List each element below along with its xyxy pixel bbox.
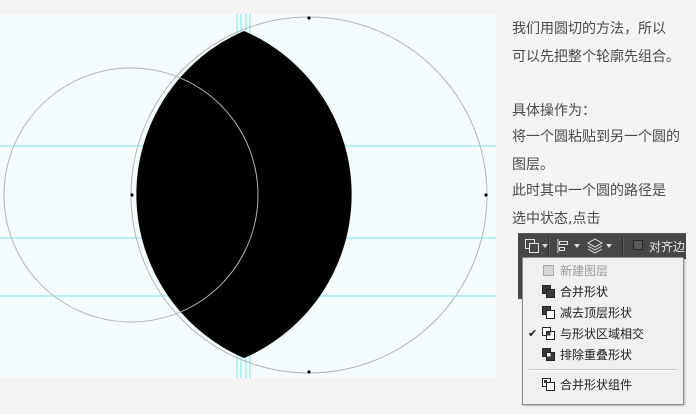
text-line: 将一个圆粘贴到另一个圆的 [512,129,680,145]
menu-item-label: 合并形状 [560,285,609,299]
text-line: 图层。 [512,157,554,173]
combine-shapes-icon [542,285,555,298]
menu-item-label: 合并形状组件 [560,378,633,392]
text-line: 可以先把整个轮廓先组合。 [512,49,680,65]
intersection-shape [136,31,352,358]
path-operations-button[interactable] [524,236,548,256]
options-toolbar: 对齐边 [518,233,686,259]
path-alignment-icon [557,239,568,253]
align-edges-label: 对齐边 [649,240,686,254]
canvas-area[interactable] [0,14,496,378]
chevron-down-icon [574,244,580,248]
path-operations-icon [525,239,539,253]
path-operations-menu: 新建图层 合并形状 减去顶层形状 ✔ 与形状区域相交 排除重叠形状 合并形状组件 [522,257,684,405]
subtract-front-shape-icon [542,306,555,319]
menu-item-subtract-front-shape[interactable]: 减去顶层形状 [523,302,683,323]
text-line: 我们用圆切的方法，所以 [512,21,666,37]
menu-item-label: 与形状区域相交 [560,327,645,341]
menu-item-label: 新建图层 [560,264,609,278]
align-edges-checkbox[interactable] [633,240,643,250]
exclude-overlapping-shapes-icon [542,348,555,361]
anchor-point-top [307,16,311,20]
anchor-point-right [484,193,488,197]
toolbar-separator [622,237,624,255]
new-layer-icon [543,265,554,276]
path-arrangement-button[interactable] [586,236,612,256]
checkmark-icon: ✔ [528,327,538,340]
menu-item-label: 减去顶层形状 [560,306,633,320]
menu-item-combine-shapes[interactable]: 合并形状 [523,281,683,302]
path-alignment-button[interactable] [556,236,580,256]
chevron-down-icon [606,244,612,248]
toolbar-separator [548,237,550,255]
menu-item-merge-shape-components[interactable]: 合并形状组件 [523,374,683,395]
intersect-shape-areas-icon [542,327,555,340]
merge-shape-components-icon [542,378,555,391]
menu-item-new-layer[interactable]: 新建图层 [523,260,683,281]
text-line: 选中状态,点击 [512,211,601,227]
text-line: 具体操作为： [512,103,596,119]
menu-item-exclude-overlapping-shapes[interactable]: 排除重叠形状 [523,344,683,365]
anchor-point-left [130,193,134,197]
menu-divider [529,369,677,371]
menu-item-label: 排除重叠形状 [560,348,633,362]
menu-item-intersect-shape-areas[interactable]: ✔ 与形状区域相交 [523,323,683,344]
canvas-drawing [0,14,496,378]
anchor-point-bottom [307,370,311,374]
path-arrangement-icon [586,238,604,254]
text-line: 此时其中一个圆的路径是 [512,183,666,199]
